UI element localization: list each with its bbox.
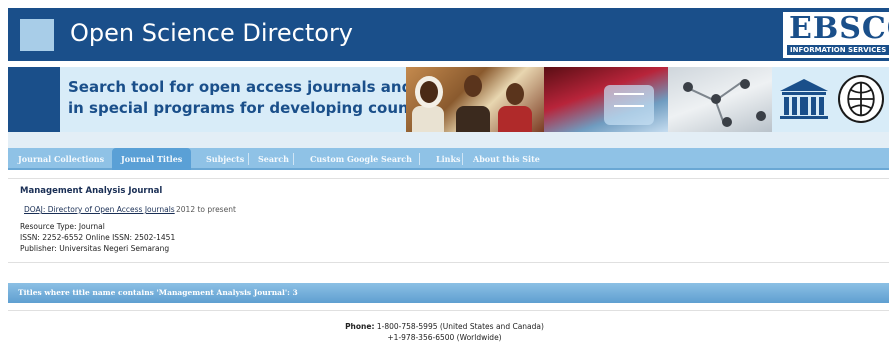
molecule-photo xyxy=(668,67,772,132)
divider xyxy=(8,310,889,311)
results-summary: Titles where title name contains 'Manage… xyxy=(18,288,298,297)
ebsco-logo-text: EBSCO xyxy=(789,11,889,46)
journal-title: Management Analysis Journal xyxy=(20,186,163,196)
resource-type: Resource Type: Journal xyxy=(20,222,105,231)
site-header: Open Science Directory EBSCO INFORMATION… xyxy=(8,8,889,61)
nav-divider xyxy=(462,153,463,165)
ebsco-logo[interactable]: EBSCO INFORMATION SERVICES xyxy=(783,12,889,58)
globe-logo xyxy=(838,75,884,123)
tab-links[interactable]: Links xyxy=(436,148,461,170)
tab-subjects[interactable]: Subjects xyxy=(206,148,244,170)
tab-journal-titles[interactable]: Journal Titles xyxy=(112,148,192,170)
children-photo xyxy=(406,67,544,132)
results-bar: Titles where title name contains 'Manage… xyxy=(8,283,889,303)
lab-flask-photo xyxy=(544,67,668,132)
coverage-years: 2012 to present xyxy=(176,205,236,214)
footer-phone: Phone: 1-800-758-5995 (United States and… xyxy=(0,322,889,331)
site-logo-icon[interactable] xyxy=(20,19,54,51)
footer-phone-us: 1-800-758-5995 (United States and Canada… xyxy=(376,322,544,331)
divider xyxy=(8,262,889,263)
nav-divider xyxy=(293,153,294,165)
banner: Search tool for open access journals and… xyxy=(8,67,889,132)
footer-phone-label: Phone: xyxy=(345,322,375,331)
tab-journal-collections[interactable]: Journal Collections xyxy=(18,148,104,170)
site-title[interactable]: Open Science Directory xyxy=(70,17,353,49)
footer-phone-worldwide: +1-978-356-6500 (Worldwide) xyxy=(387,333,502,342)
page: Open Science Directory EBSCO INFORMATION… xyxy=(0,0,889,345)
nav-spacer xyxy=(8,132,889,148)
collection-link[interactable]: DOAJ: Directory of Open Access Journals xyxy=(24,205,175,214)
issn-info: ISSN: 2252-6552 Online ISSN: 2502-1451 xyxy=(20,233,176,242)
tab-custom-google-search[interactable]: Custom Google Search xyxy=(310,148,412,170)
unesco-logo xyxy=(780,79,828,119)
nav-divider xyxy=(248,153,249,165)
banner-accent-block xyxy=(8,67,60,132)
divider xyxy=(8,178,889,179)
tab-about-this-site[interactable]: About this Site xyxy=(473,148,540,170)
tab-search[interactable]: Search xyxy=(258,148,289,170)
ebsco-logo-subtext: INFORMATION SERVICES xyxy=(787,45,889,55)
publisher-info: Publisher: Universitas Negeri Semarang xyxy=(20,244,170,253)
nav-divider xyxy=(419,153,420,165)
main-nav: Journal Collections Journal Titles Subje… xyxy=(8,148,889,170)
